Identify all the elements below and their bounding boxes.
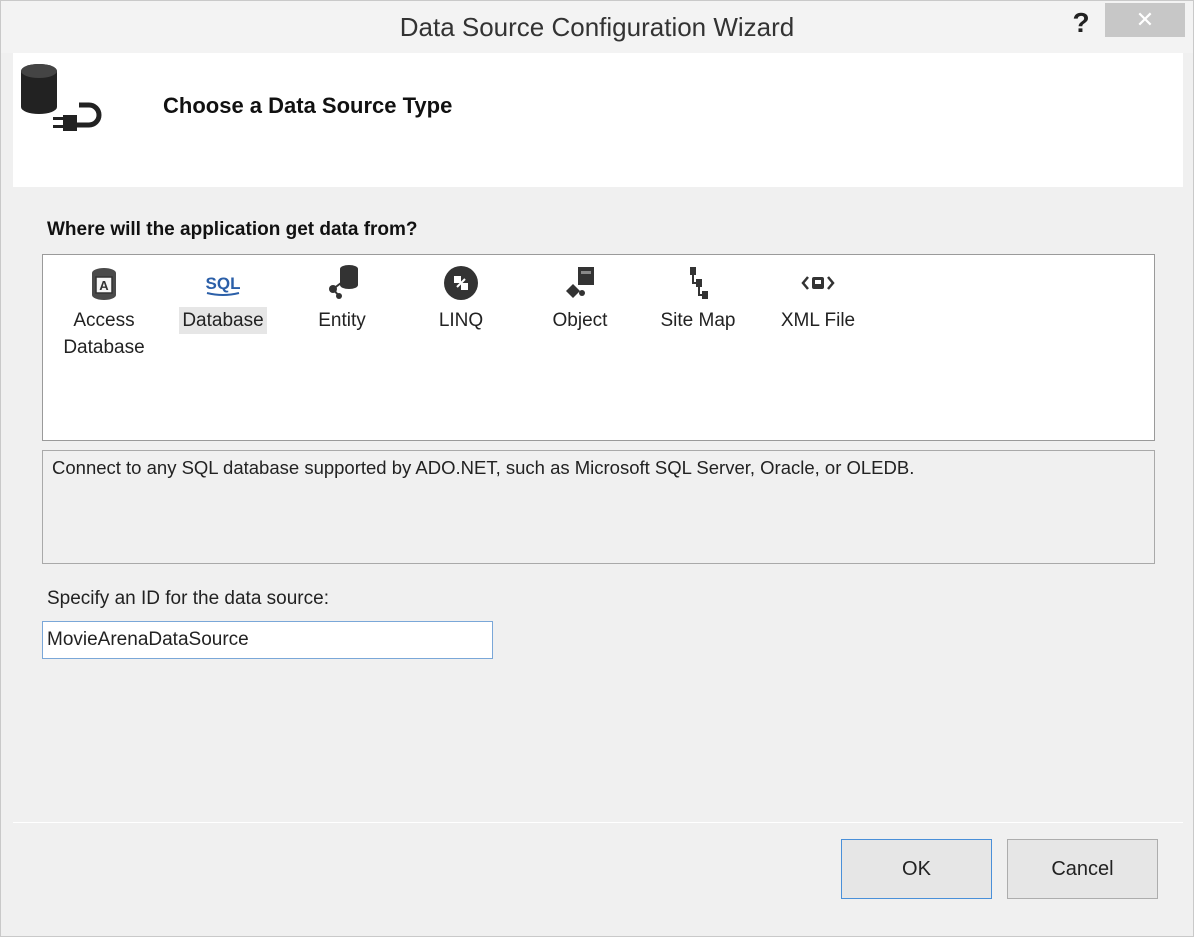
type-access-database[interactable]: A Access Database (56, 263, 152, 361)
svg-text:SQL: SQL (206, 274, 241, 293)
ok-button[interactable]: OK (841, 839, 992, 899)
source-type-description: Connect to any SQL database supported by… (42, 450, 1155, 564)
site-map-icon (690, 267, 708, 299)
page-title: Choose a Data Source Type (163, 93, 453, 118)
cancel-button[interactable]: Cancel (1007, 839, 1158, 899)
type-database[interactable]: SQL Database (175, 263, 271, 334)
data-source-id-input[interactable] (42, 621, 493, 659)
svg-text:A: A (99, 278, 109, 293)
type-site-map[interactable]: Site Map (650, 263, 746, 334)
object-icon (566, 267, 594, 298)
id-field-label: Specify an ID for the data source: (47, 588, 329, 609)
type-label: XML File (780, 310, 856, 331)
type-entity[interactable]: Entity (294, 263, 390, 334)
type-xml-file[interactable]: XML File (770, 263, 866, 334)
wizard-header: Choose a Data Source Type (13, 53, 1183, 187)
wizard-dialog: Data Source Configuration Wizard ? ✕ Cho… (0, 0, 1194, 937)
type-linq[interactable]: LINQ (413, 263, 509, 334)
sql-database-icon: SQL (206, 274, 241, 296)
type-label: Entity (318, 310, 366, 331)
title-bar: Data Source Configuration Wizard ? ✕ (1, 1, 1193, 53)
type-label: Access Database (63, 310, 145, 358)
source-question-label: Where will the application get data from… (47, 219, 418, 240)
window-title: Data Source Configuration Wizard (399, 12, 795, 42)
xml-file-icon (801, 276, 835, 290)
access-database-icon: A (92, 268, 116, 300)
type-label: Database (179, 307, 267, 334)
linq-icon (444, 266, 478, 300)
type-label: Site Map (660, 310, 736, 331)
type-label: Object (552, 310, 608, 331)
entity-icon (329, 265, 358, 299)
close-button[interactable]: ✕ (1105, 3, 1185, 37)
database-plug-icon (21, 64, 102, 131)
help-button[interactable]: ? (1065, 5, 1097, 41)
footer-divider (13, 822, 1183, 823)
type-object[interactable]: Object (532, 263, 628, 334)
data-source-type-list: A Access Database SQL Database Entity LI… (42, 254, 1155, 441)
type-label: LINQ (438, 310, 484, 331)
